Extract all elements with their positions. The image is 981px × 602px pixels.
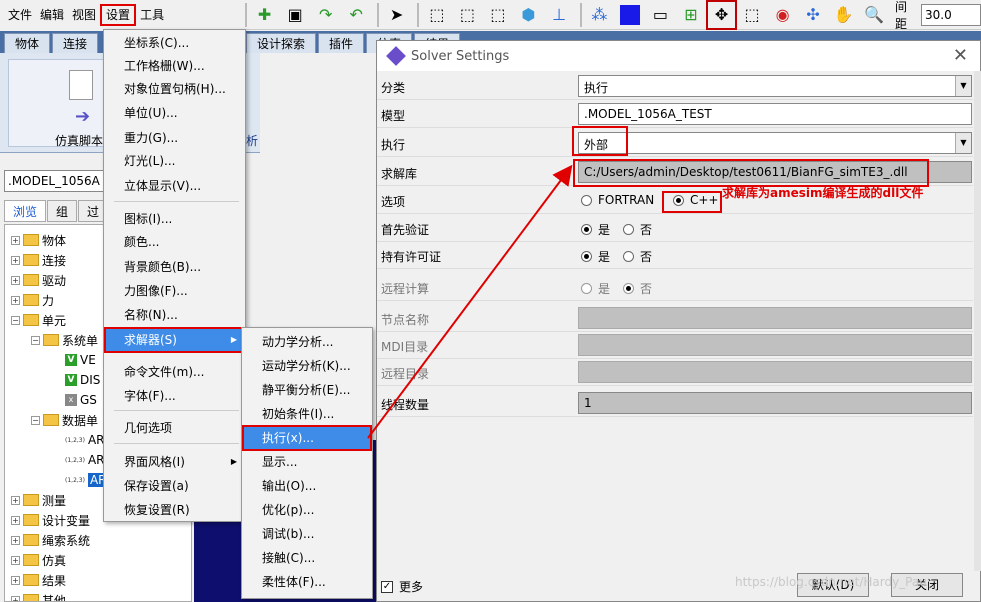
watermark: https://blog.csdn.net/Hardy_Pau	[735, 575, 927, 589]
annotation-arrow	[367, 164, 573, 439]
